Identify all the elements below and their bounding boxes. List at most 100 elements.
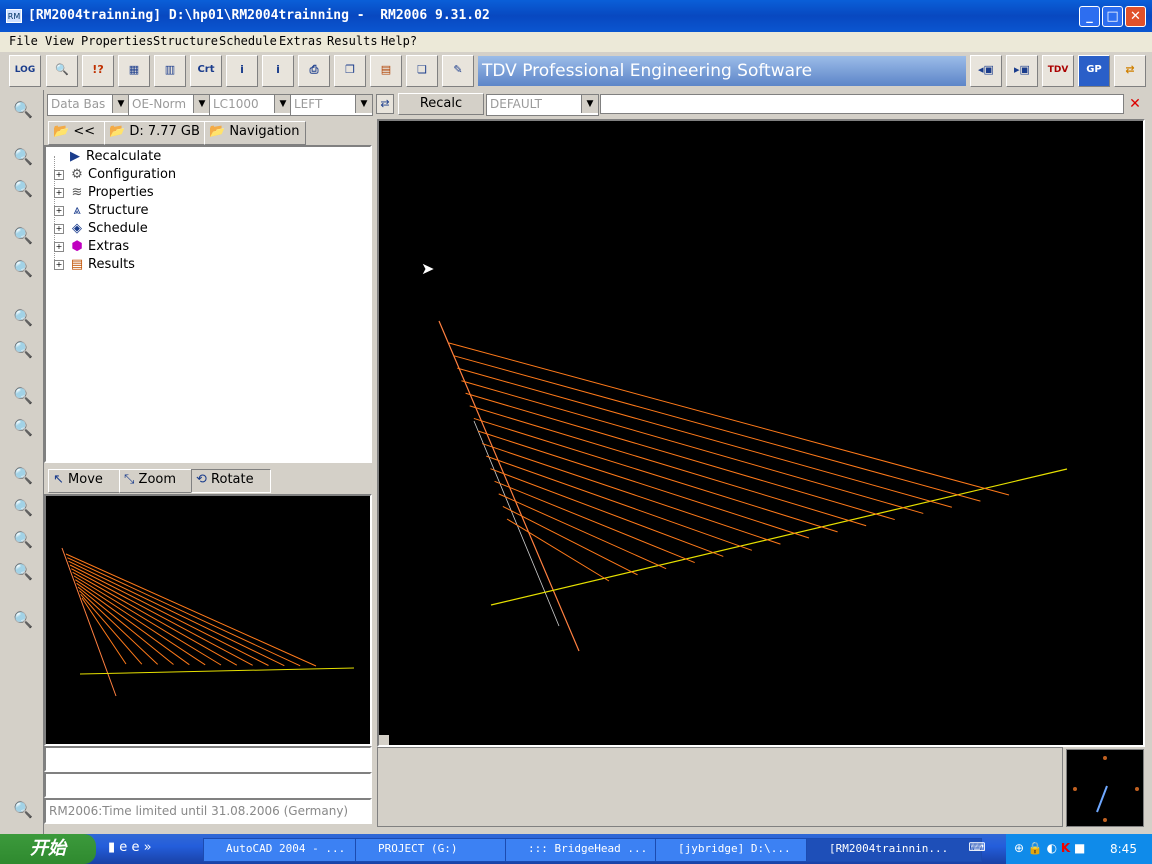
task-rm2004[interactable]: [RM2004trainnin...	[806, 838, 982, 862]
chart-button[interactable]: ▥	[154, 55, 186, 87]
cable	[76, 582, 190, 666]
tdv-www-button[interactable]: TDV	[1042, 55, 1074, 87]
zoom-left-icon[interactable]: 🔍	[8, 304, 38, 332]
cable	[75, 579, 206, 666]
expand-icon[interactable]: +	[54, 205, 64, 216]
crt-button[interactable]: Crt	[190, 55, 222, 87]
save-left-button[interactable]: ◂▣	[970, 55, 1002, 87]
expand-icon[interactable]: +	[54, 223, 64, 234]
navigation-tab[interactable]: 📂 Navigation	[204, 121, 306, 145]
expand-icon[interactable]: +	[54, 241, 64, 252]
task-jybridge[interactable]: [jybridge] D:\...	[655, 838, 824, 862]
orientation-compass[interactable]	[1066, 749, 1144, 827]
expand-icon[interactable]: +	[54, 259, 64, 270]
zoom-up-icon[interactable]: 🔍	[8, 222, 38, 250]
loadcase-select[interactable]: LC1000 ▼	[209, 94, 292, 116]
back-button[interactable]: 📂 <<	[48, 121, 106, 145]
zoom-percent-icon[interactable]: 🔍	[8, 606, 38, 634]
expand-icon[interactable]: +	[54, 187, 64, 198]
info-button[interactable]: i	[262, 55, 294, 87]
menu-view[interactable]: View	[45, 34, 74, 48]
help-button[interactable]: !?	[82, 55, 114, 87]
more-icon[interactable]: »	[144, 840, 152, 855]
menu-structure[interactable]: Structure	[153, 34, 218, 48]
tree-item-properties[interactable]: + ≋ Properties	[54, 184, 154, 202]
tree-item-structure[interactable]: + ⩓ Structure	[54, 202, 148, 220]
quick-launch: ▮ e e »	[108, 840, 188, 860]
search-doc-button[interactable]: 🔍	[46, 55, 78, 87]
rotate-x-icon[interactable]: 🔍	[8, 462, 38, 490]
keyboard-icon[interactable]: ⌨	[966, 840, 988, 860]
menu-extras[interactable]: Extras	[279, 34, 322, 48]
zoom-icon[interactable]: 🔍	[8, 96, 38, 124]
ie-icon[interactable]: e	[119, 840, 127, 855]
menu-properties[interactable]: Properties	[81, 34, 153, 48]
desktop-icon[interactable]: ▮	[108, 840, 115, 855]
tree-item-results[interactable]: + ▤ Results	[54, 256, 135, 274]
output-panel	[377, 747, 1063, 827]
tree-item-configuration[interactable]: + ⚙ Configuration	[54, 166, 176, 184]
tray-icons[interactable]: ⊕ 🔒 ◐ K ■	[1014, 841, 1085, 855]
rotate-y-icon[interactable]: 🔍	[8, 494, 38, 522]
main-viewport[interactable]: ➤	[377, 119, 1145, 747]
start-button[interactable]: 开始	[0, 834, 96, 864]
zoom-in-icon[interactable]: 🔍	[8, 143, 38, 171]
tree-item-schedule[interactable]: + ◈ Schedule	[54, 220, 148, 238]
minimize-button[interactable]: _	[1079, 6, 1100, 27]
menu-help[interactable]: Help?	[381, 34, 417, 48]
tree-item-recalculate[interactable]: ▶ Recalculate	[54, 148, 161, 166]
overview-bridge-model	[61, 547, 355, 697]
default-select[interactable]: DEFAULT ▼	[486, 94, 599, 116]
command-input[interactable]	[600, 94, 1124, 114]
swap-button[interactable]: ⇄	[1114, 55, 1146, 87]
task-autocad[interactable]: AutoCAD 2004 - ...	[203, 838, 373, 862]
log-button[interactable]: LOG	[9, 55, 41, 87]
task-project[interactable]: PROJECT (G:)	[355, 838, 523, 862]
window-title: [RM2004trainning] D:\hp01\RM2004trainnin…	[28, 8, 490, 23]
tree-item-extras[interactable]: + ⬢ Extras	[54, 238, 129, 256]
zoom-tab[interactable]: ⤡ Zoom	[119, 469, 193, 493]
gp-button[interactable]: GP	[1078, 55, 1110, 87]
close-button[interactable]: ✕	[1125, 6, 1146, 27]
config-icon: ⚙	[71, 167, 83, 182]
cable	[453, 355, 981, 502]
zoom-right-icon[interactable]: 🔍	[8, 336, 38, 364]
refresh-icon[interactable]: ⇄	[376, 94, 394, 114]
copy-button[interactable]: ❏	[406, 55, 438, 87]
status-line-1	[44, 746, 372, 772]
drive-button[interactable]: 📂 D: 7.77 GB	[104, 121, 206, 145]
recalc-button[interactable]: Recalc	[398, 93, 484, 115]
ie2-icon[interactable]: e	[131, 840, 139, 855]
zoom-out-icon[interactable]: 🔍	[8, 175, 38, 203]
side-select[interactable]: LEFT ▼	[290, 94, 373, 116]
menu-file[interactable]: File	[9, 34, 38, 48]
rotate-z-icon[interactable]: 🔍	[8, 526, 38, 554]
cable	[77, 586, 174, 665]
print-button[interactable]: ⎙	[298, 55, 330, 87]
norm-select[interactable]: OE-Norm ▼	[128, 94, 211, 116]
cable	[498, 493, 667, 570]
zoom-vertical-2-icon[interactable]: 🔍	[8, 414, 38, 442]
rotate-tab[interactable]: ⟲ Rotate	[191, 469, 271, 493]
maximize-button[interactable]: □	[1102, 6, 1123, 27]
user-info-button[interactable]: i	[226, 55, 258, 87]
zoom-bottom-icon[interactable]: 🔍	[8, 796, 38, 824]
zoom-down-icon[interactable]: 🔍	[8, 255, 38, 283]
menu-results[interactable]: Results	[327, 34, 378, 48]
move-tab[interactable]: ↖ Move	[48, 469, 121, 493]
books-button[interactable]: ▤	[370, 55, 402, 87]
edit-button[interactable]: ✎	[442, 55, 474, 87]
overview-viewport[interactable]	[44, 494, 372, 746]
clear-icon[interactable]: ✕	[1127, 96, 1143, 112]
zoom-vertical-icon[interactable]: 🔍	[8, 382, 38, 410]
database-select[interactable]: Data Bas ▼	[47, 94, 130, 116]
menu-schedule[interactable]: Schedule	[219, 34, 277, 48]
task-bridgehead[interactable]: ::: BridgeHead ...	[505, 838, 673, 862]
rotate-z2-icon[interactable]: 🔍	[8, 558, 38, 586]
expand-icon[interactable]: +	[54, 169, 64, 180]
book-button[interactable]: ❐	[334, 55, 366, 87]
calculator-button[interactable]: ▦	[118, 55, 150, 87]
resize-handle[interactable]	[379, 735, 389, 745]
save-right-button[interactable]: ▸▣	[1006, 55, 1038, 87]
clock: 8:45	[1110, 842, 1137, 856]
